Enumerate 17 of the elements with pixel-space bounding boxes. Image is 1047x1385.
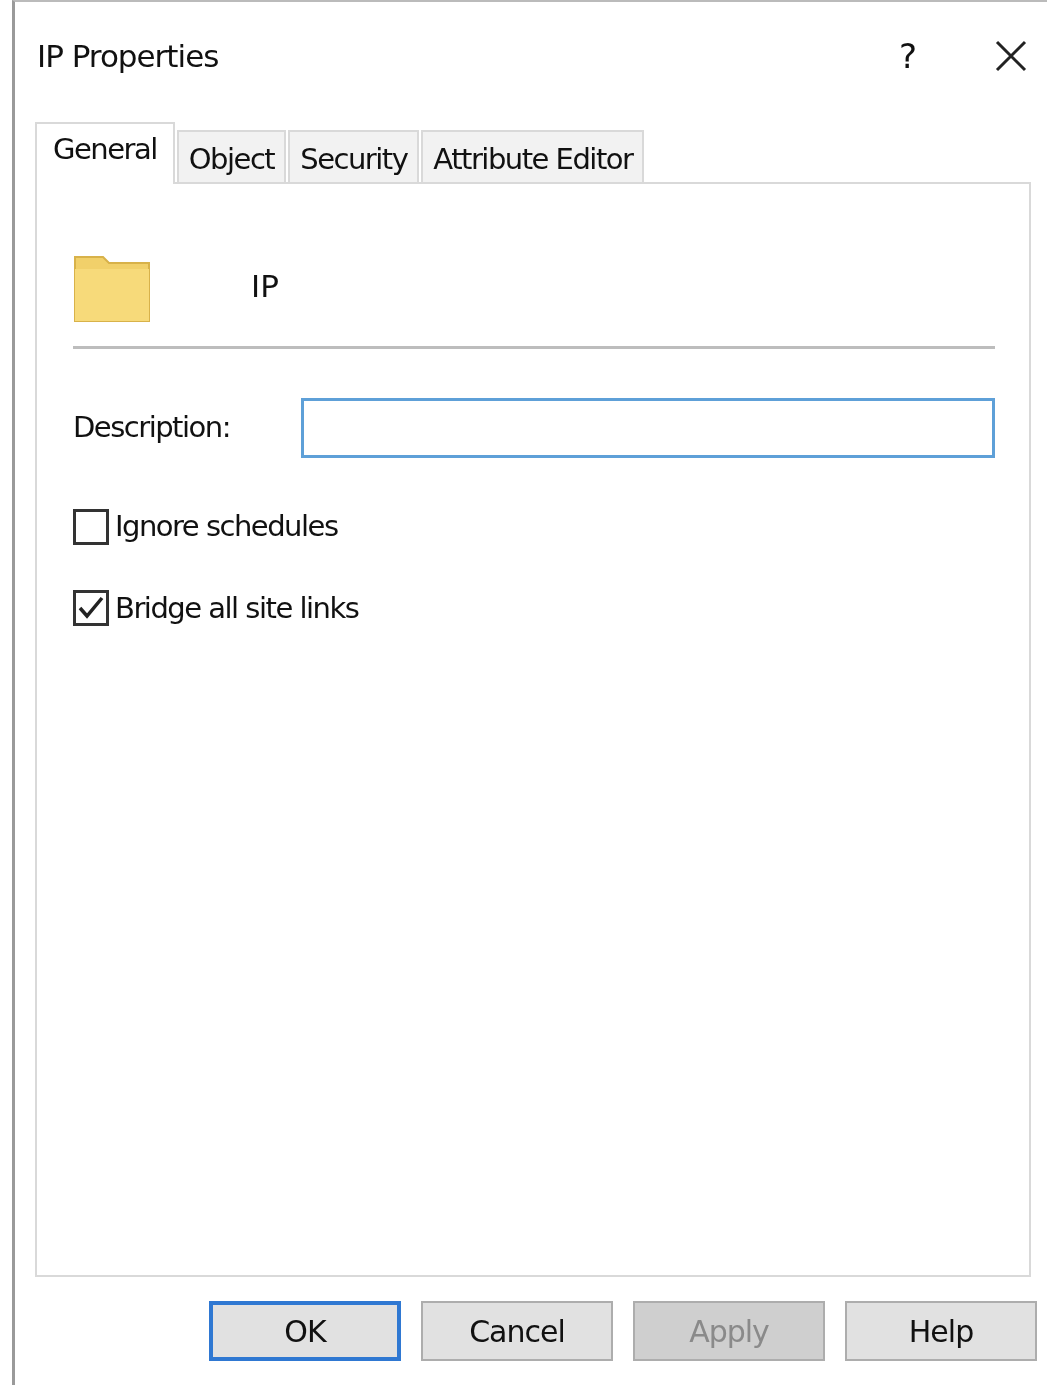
object-name: IP: [251, 266, 279, 306]
dialog-button[interactable]: Help: [845, 1301, 1037, 1361]
checkbox[interactable]: [73, 590, 109, 627]
checkbox[interactable]: [73, 508, 109, 545]
dialog-button[interactable]: Cancel: [421, 1301, 613, 1361]
tab[interactable]: Security: [288, 130, 420, 182]
dialog-button[interactable]: OK: [209, 1301, 401, 1361]
description-label: Description:: [73, 409, 231, 447]
close-icon[interactable]: [995, 40, 1027, 72]
tab[interactable]: General: [35, 122, 175, 184]
tab[interactable]: Attribute Editor: [421, 130, 645, 182]
description-field[interactable]: [301, 398, 995, 458]
window-title: IP Properties: [37, 36, 220, 76]
tab[interactable]: Object: [176, 130, 287, 182]
help-button[interactable]: ?: [898, 30, 917, 82]
checkbox-label: Bridge all site links: [115, 589, 359, 627]
checkbox-label: Ignore schedules: [115, 508, 338, 545]
